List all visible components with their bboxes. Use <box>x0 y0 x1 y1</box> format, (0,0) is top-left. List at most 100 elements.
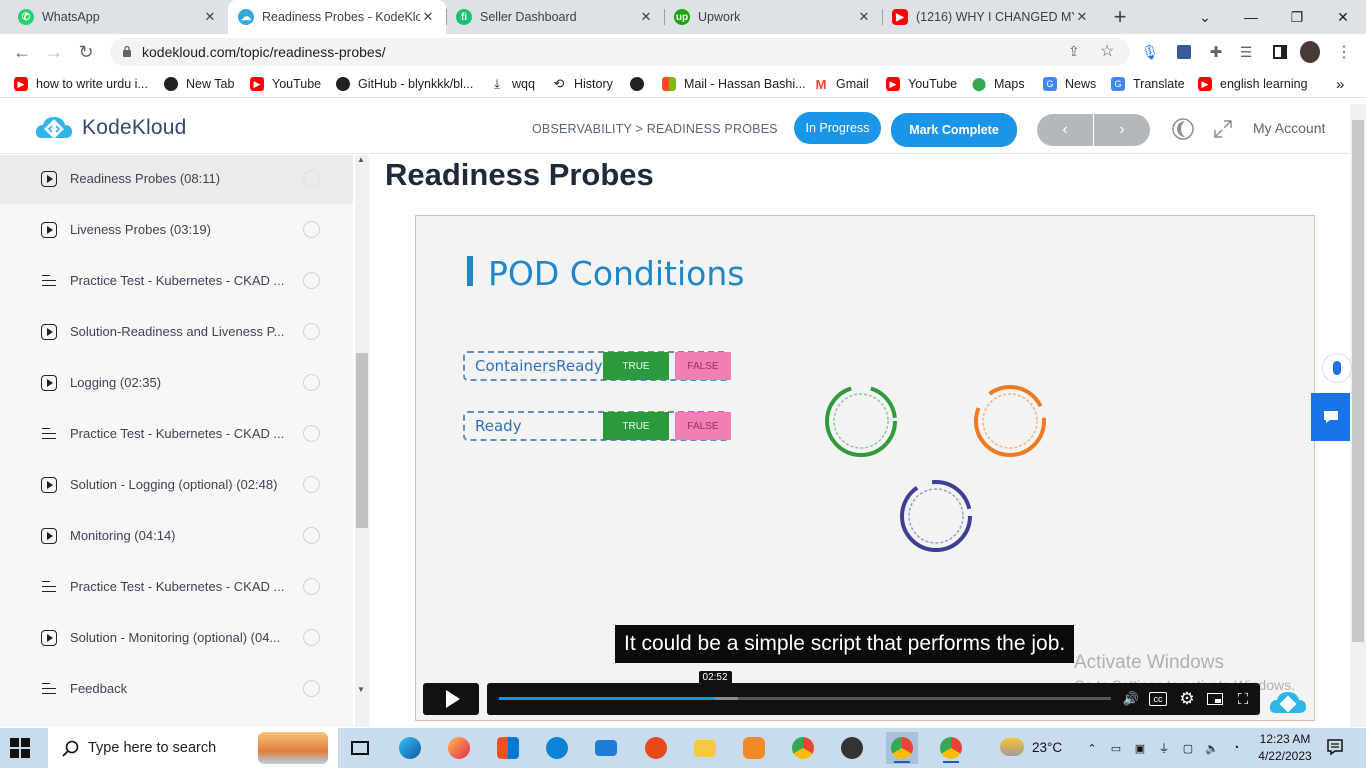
lesson-item[interactable]: Solution - Logging (optional) (02:48) <box>0 459 353 510</box>
window-close-button[interactable]: ✕ <box>1320 0 1366 34</box>
bookmark-translate[interactable]: G Translate <box>1111 75 1185 93</box>
bookmark-english-learning[interactable]: ▶ english learning <box>1198 75 1308 93</box>
share-icon[interactable]: ⇪ <box>1068 43 1080 60</box>
speaker-icon[interactable]: 🔈 <box>1204 740 1220 756</box>
completion-circle[interactable] <box>303 323 320 340</box>
scroll-down-arrow[interactable]: ▼ <box>357 685 365 694</box>
completion-circle[interactable] <box>303 425 320 442</box>
lesson-item[interactable]: Practice Test - Kubernetes - CKAD ... <box>0 408 353 459</box>
video-player[interactable]: POD Conditions ContainersReady TRUE FALS… <box>415 215 1315 721</box>
system-clock[interactable]: 12:23 AM 4/22/2023 <box>1250 731 1320 765</box>
fullscreen-expand-icon[interactable] <box>1213 119 1233 139</box>
wifi-icon[interactable]: ◔ <box>1228 740 1244 756</box>
bookmark-new-tab[interactable]: New Tab <box>164 75 234 93</box>
tab-readiness-probes[interactable]: ☁ Readiness Probes - KodeKlou ✕ <box>228 0 446 34</box>
taskbar-search-box[interactable]: Type here to search <box>48 728 338 768</box>
captions-icon[interactable]: cc <box>1149 692 1167 706</box>
chat-support-button[interactable] <box>1311 393 1350 441</box>
seek-bar[interactable] <box>499 697 1111 700</box>
lesson-item[interactable]: Solution-Readiness and Liveness P... <box>0 306 353 357</box>
fullscreen-icon[interactable]: ⛶ <box>1233 689 1253 709</box>
completion-circle[interactable] <box>303 629 320 646</box>
edge-icon[interactable] <box>394 732 426 764</box>
restore-button[interactable]: ❐ <box>1274 0 1320 34</box>
bookmark-mail[interactable]: Mail - Hassan Bashi... <box>662 75 806 93</box>
bookmark-globe[interactable] <box>630 75 652 93</box>
obs-icon[interactable] <box>836 732 868 764</box>
lesson-item[interactable]: Liveness Probes (03:19) <box>0 204 353 255</box>
scroll-up-arrow[interactable]: ▲ <box>357 155 365 164</box>
picture-in-picture-icon[interactable] <box>1205 689 1225 709</box>
lesson-item[interactable]: Monitoring (04:14) <box>0 510 353 561</box>
bookmark-star-icon[interactable]: ☆ <box>1100 41 1114 61</box>
bookmark-news[interactable]: G News <box>1043 75 1096 93</box>
close-icon[interactable]: ✕ <box>1074 9 1090 25</box>
reload-button[interactable]: ↻ <box>72 38 100 66</box>
bookmark-youtube-2[interactable]: ▶ YouTube <box>886 75 957 93</box>
notification-center-icon[interactable] <box>1326 738 1344 756</box>
address-bar[interactable]: kodekloud.com/topic/readiness-probes/ ⇪ … <box>110 38 1130 66</box>
mail-icon[interactable] <box>590 732 622 764</box>
tab-upwork[interactable]: up Upwork ✕ <box>664 0 882 34</box>
close-icon[interactable]: ✕ <box>202 9 218 25</box>
settings-app-icon[interactable] <box>738 732 770 764</box>
dark-mode-icon[interactable] <box>1171 117 1195 141</box>
mark-complete-button[interactable]: Mark Complete <box>891 113 1017 147</box>
voice-assistant-icon[interactable] <box>1322 353 1352 383</box>
volume-icon[interactable]: 🔊 <box>1121 689 1141 709</box>
lesson-item[interactable]: Solution - Monitoring (optional) (04... <box>0 612 353 663</box>
forward-button[interactable]: → <box>40 38 68 66</box>
reading-list-icon[interactable]: ☰ <box>1236 42 1256 62</box>
completion-circle[interactable] <box>303 527 320 544</box>
side-panel-icon[interactable] <box>1270 42 1290 62</box>
bookmark-gmail[interactable]: M Gmail <box>814 75 869 93</box>
meet-now-icon[interactable]: ▣ <box>1132 740 1148 756</box>
completion-circle[interactable] <box>303 374 320 391</box>
lesson-item[interactable]: Feedback <box>0 663 353 714</box>
completion-circle[interactable] <box>303 221 320 238</box>
bookmark-urdu[interactable]: ▶ how to write urdu i... <box>14 75 148 93</box>
back-button[interactable]: ← <box>8 38 36 66</box>
close-icon[interactable]: ✕ <box>638 9 654 25</box>
lesson-item[interactable]: Practice Test - Kubernetes - CKAD ... <box>0 561 353 612</box>
play-button[interactable] <box>423 683 479 715</box>
tab-seller-dashboard[interactable]: fi Seller Dashboard ✕ <box>446 0 664 34</box>
lesson-item[interactable]: Logging (02:35) <box>0 357 353 408</box>
close-icon[interactable]: ✕ <box>420 9 436 25</box>
close-icon[interactable]: ✕ <box>856 9 872 25</box>
extensions-puzzle-icon[interactable]: ✚ <box>1206 42 1226 62</box>
windows-start-icon[interactable] <box>10 738 30 758</box>
file-explorer-icon[interactable] <box>689 732 721 764</box>
tab-search-button[interactable]: ⌄ <box>1182 0 1228 34</box>
firefox-icon[interactable] <box>443 732 475 764</box>
settings-gear-icon[interactable]: ⚙ <box>1177 689 1197 709</box>
weather-widget[interactable]: 23°C <box>1000 738 1062 756</box>
usb-icon[interactable]: ⏚ <box>1156 740 1172 756</box>
bookmark-maps[interactable]: ⬤ Maps <box>972 75 1025 93</box>
chrome-icon[interactable] <box>787 732 819 764</box>
bookmark-history[interactable]: ⟲ History <box>552 75 613 93</box>
network-device-icon[interactable]: ▭ <box>1108 740 1124 756</box>
more-bookmarks-button[interactable]: » <box>1336 75 1344 93</box>
page-scrollbar-thumb[interactable] <box>1352 120 1364 642</box>
minimize-button[interactable]: — <box>1228 0 1274 34</box>
lesson-item[interactable]: Readiness Probes (08:11) <box>0 155 353 204</box>
bookmark-youtube[interactable]: ▶ YouTube <box>250 75 321 93</box>
tab-youtube[interactable]: ▶ (1216) WHY I CHANGED MY ✕ <box>882 0 1100 34</box>
snail-app-icon[interactable] <box>640 732 672 764</box>
completion-circle[interactable] <box>303 170 320 187</box>
skype-icon[interactable] <box>541 732 573 764</box>
extension-download-icon[interactable] <box>1174 42 1194 62</box>
microsoft-store-icon[interactable] <box>492 732 524 764</box>
browser-menu-icon[interactable]: ⋮ <box>1334 42 1354 62</box>
bookmark-wqq[interactable]: ⤓ wqq <box>490 75 535 93</box>
bookmark-github[interactable]: GitHub - blynkkk/bl... <box>336 75 473 93</box>
kodekloud-logo[interactable]: KodeKloud <box>34 114 187 142</box>
chrome-profile-2-icon[interactable] <box>935 732 967 764</box>
task-view-icon[interactable] <box>344 732 376 764</box>
voice-search-icon[interactable]: 🎙 <box>1140 42 1160 62</box>
profile-avatar[interactable] <box>1300 41 1320 63</box>
previous-lesson-button[interactable]: ‹ <box>1037 114 1093 146</box>
completion-circle[interactable] <box>303 578 320 595</box>
sidebar-scrollbar-thumb[interactable] <box>356 353 368 528</box>
